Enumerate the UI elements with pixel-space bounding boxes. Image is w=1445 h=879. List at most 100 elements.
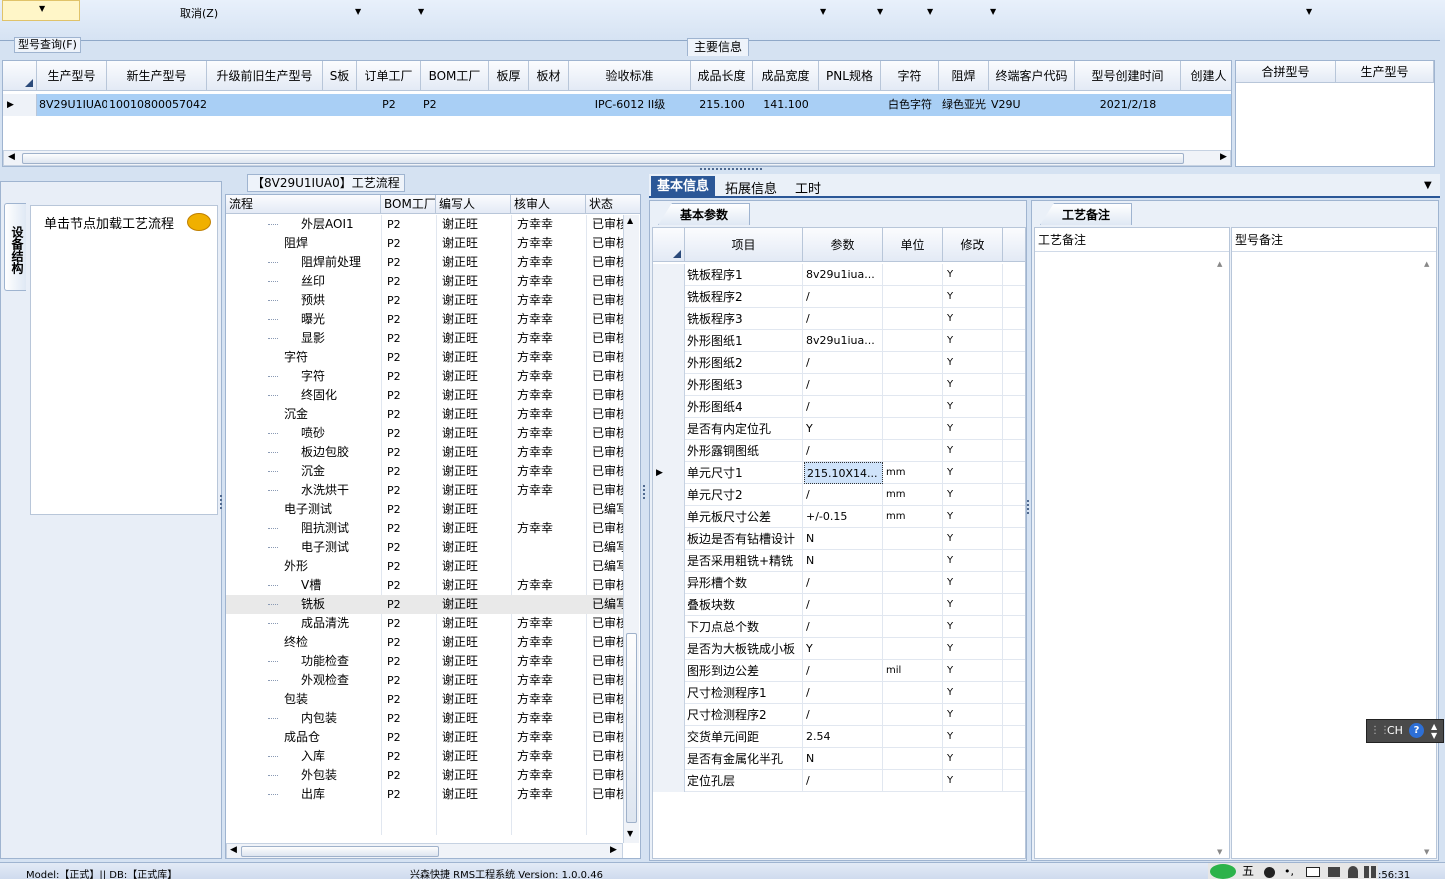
tree-node[interactable]: 铣板 P2 谢正旺 已编写	[226, 595, 623, 614]
column-header[interactable]: 成品长度	[691, 61, 753, 91]
scroll-right-icon[interactable]: ▶	[1220, 152, 1227, 162]
chevron-down-icon[interactable]: ▼	[990, 7, 996, 16]
column-header[interactable]: 创建人	[1181, 61, 1231, 91]
scroll-thumb[interactable]	[626, 633, 637, 823]
column-header[interactable]: BOM工厂	[381, 195, 436, 214]
param-value[interactable]: Y	[804, 638, 883, 660]
param-row[interactable]: 是否有内定位孔 Y Y	[653, 418, 1025, 440]
param-value[interactable]: /	[804, 440, 883, 462]
column-header[interactable]: 型号创建时间	[1075, 61, 1181, 91]
tab-process-notes[interactable]: 工艺备注	[1040, 203, 1132, 225]
column-header[interactable]: 字符	[881, 61, 939, 91]
horizontal-scrollbar[interactable]: ◀ ▶	[3, 150, 1231, 166]
column-header[interactable]: 状态	[586, 195, 640, 214]
tree-node[interactable]: −包装P2谢正旺方幸幸已审核	[226, 690, 623, 709]
tree-node[interactable]: V槽 P2 谢正旺 方幸幸 已审核	[226, 576, 623, 595]
tree-node[interactable]: −字符P2谢正旺方幸幸已审核	[226, 348, 623, 367]
table-cell[interactable]	[819, 94, 881, 116]
tree-node[interactable]: 内包装 P2 谢正旺 方幸幸 已审核	[226, 709, 623, 728]
param-value[interactable]: /	[804, 396, 883, 418]
scroll-thumb[interactable]	[22, 153, 1184, 164]
table-cell[interactable]: V29U	[989, 94, 1075, 116]
param-value[interactable]: /	[804, 616, 883, 638]
column-header[interactable]: 升级前旧生产型号	[207, 61, 323, 91]
ime-language[interactable]: CH	[1387, 724, 1403, 737]
param-row[interactable]: 尺寸检测程序2/ Y	[653, 704, 1025, 726]
vertical-scrollbar[interactable]: ▲ ▼	[623, 215, 639, 843]
shirt-icon[interactable]	[1328, 867, 1340, 877]
table-cell[interactable]: 绿色亚光	[939, 94, 989, 116]
param-row[interactable]: 外形露铜图纸 / Y	[653, 440, 1025, 462]
scroll-thumb[interactable]	[241, 846, 439, 857]
tree-node[interactable]: 阻抗测试 P2 谢正旺 方幸幸 已审核	[226, 519, 623, 538]
flow-tree[interactable]: 外层AOI1P2谢正旺方幸幸已审核−阻焊P2谢正旺方幸幸已审核阻焊前处理P2谢正…	[226, 215, 623, 835]
param-row[interactable]: 外形图纸1 8v29u1iua... Y	[653, 330, 1025, 352]
tab-work-hours[interactable]: 工时	[795, 178, 821, 197]
cancel-menu-item[interactable]: 取消(Z)	[180, 5, 218, 21]
param-value[interactable]: /	[804, 594, 883, 616]
left-splitter[interactable]	[220, 495, 224, 509]
grid-icon[interactable]	[1364, 866, 1376, 878]
chevron-down-icon[interactable]: ▼	[820, 7, 826, 16]
table-cell[interactable]: 白色字符	[881, 94, 939, 116]
scroll-left-icon[interactable]: ◀	[8, 152, 15, 162]
scroll-up-icon[interactable]: ▲	[627, 216, 633, 225]
tree-node[interactable]: −沉金P2谢正旺方幸幸已审核	[226, 405, 623, 424]
wubi-icon[interactable]: 五	[1242, 863, 1254, 879]
param-row[interactable]: 叠板块数 / Y	[653, 594, 1025, 616]
column-header[interactable]: PNL规格	[819, 61, 881, 91]
param-row[interactable]: 是否有金属化半孔 N Y	[653, 748, 1025, 770]
param-row[interactable]: 板边是否有钻槽设计 N Y	[653, 528, 1025, 550]
tab-basic-params[interactable]: 基本参数	[658, 203, 750, 225]
table-cell[interactable]: 10010800057042	[107, 94, 207, 116]
param-value[interactable]: /	[804, 572, 883, 594]
column-header[interactable]: 编写人	[436, 195, 511, 214]
param-row[interactable]: 外形图纸2/ Y	[653, 352, 1025, 374]
scroll-up-icon[interactable]: ▲	[1424, 260, 1429, 268]
tree-node[interactable]: −阻焊P2谢正旺方幸幸已审核	[226, 234, 623, 253]
table-cell[interactable]	[529, 94, 569, 116]
chevron-down-icon[interactable]: ▼	[1306, 7, 1312, 16]
scroll-right-icon[interactable]: ▶	[610, 845, 617, 855]
user-icon[interactable]	[1348, 866, 1358, 878]
column-header[interactable]: 订单工厂	[357, 61, 421, 91]
ime-bar[interactable]: ⋮⋮ CH ? ▲ ▼	[1366, 719, 1444, 743]
menu-dropdown[interactable]: ▼	[2, 0, 80, 21]
column-header[interactable]: 板厚	[489, 61, 529, 91]
column-header[interactable]: 生产型号	[37, 61, 107, 91]
column-header[interactable]: 成品宽度	[753, 61, 819, 91]
param-row[interactable]: 图形到边公差 / mil Y	[653, 660, 1025, 682]
param-value[interactable]: /	[804, 484, 883, 506]
tree-node[interactable]: 入库 P2 谢正旺 方幸幸 已审核	[226, 747, 623, 766]
help-icon[interactable]: ?	[1409, 723, 1424, 738]
tree-node[interactable]: 阻焊前处理 P2 谢正旺 方幸幸 已审核	[226, 253, 623, 272]
param-row[interactable]: 是否采用粗铣+精铣 N Y	[653, 550, 1025, 572]
param-row[interactable]: 铣板程序1 8v29u1iua... Y	[653, 264, 1025, 286]
param-value[interactable]: /	[804, 770, 883, 792]
tree-node[interactable]: 字符 P2 谢正旺 方幸幸 已审核	[226, 367, 623, 386]
splitter-grip[interactable]	[700, 168, 762, 172]
param-value[interactable]: +/-0.15	[804, 506, 883, 528]
main-info-tab[interactable]: 主要信息	[687, 38, 749, 56]
tree-node[interactable]: 外观检查 P2 谢正旺 方幸幸 已审核	[226, 671, 623, 690]
table-cell[interactable]: 2021/2/18	[1075, 94, 1181, 116]
ime-arrows-icon[interactable]: ▲ ▼	[1431, 722, 1437, 740]
param-value[interactable]: /	[804, 308, 883, 330]
column-header[interactable]: 阻焊	[939, 61, 989, 91]
tree-node[interactable]: 显影 P2 谢正旺 方幸幸 已审核	[226, 329, 623, 348]
tree-node[interactable]: 沉金 P2 谢正旺 方幸幸 已审核	[226, 462, 623, 481]
sogou-icon[interactable]	[1210, 864, 1236, 879]
table-cell[interactable]: P2	[421, 94, 489, 116]
param-row[interactable]: 铣板程序2/ Y	[653, 286, 1025, 308]
tree-node[interactable]: −成品仓P2谢正旺方幸幸已审核	[226, 728, 623, 747]
table-cell[interactable]	[489, 94, 529, 116]
tree-node[interactable]: 曝光 P2 谢正旺 方幸幸 已审核	[226, 310, 623, 329]
table-cell[interactable]	[1181, 94, 1231, 116]
horizontal-scrollbar[interactable]: ◀ ▶	[226, 843, 623, 858]
param-value[interactable]: /	[804, 682, 883, 704]
tree-node[interactable]: 出库 P2 谢正旺 方幸幸 已审核	[226, 785, 623, 804]
param-value[interactable]: /	[804, 660, 883, 682]
param-value[interactable]: 8v29u1iua...	[804, 264, 883, 286]
table-row[interactable]: 8V29U1IUA0 10010800057042 P2 P2 IPC-6012 II级…	[37, 94, 1231, 116]
tree-node[interactable]: 外包装 P2 谢正旺 方幸幸 已审核	[226, 766, 623, 785]
